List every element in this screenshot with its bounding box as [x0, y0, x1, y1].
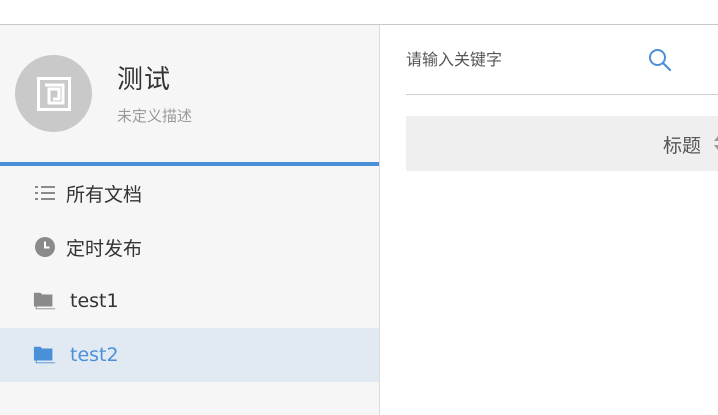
search-icon	[649, 49, 672, 72]
list-icon	[33, 183, 57, 203]
clock-icon	[33, 237, 57, 257]
sort-icon[interactable]	[713, 135, 718, 151]
sidebar-item-scheduled-publish[interactable]: 定时发布	[0, 220, 379, 274]
sidebar-item-all-documents[interactable]: 所有文档	[0, 166, 379, 220]
folder-icon	[33, 345, 57, 365]
search-underline	[406, 94, 718, 95]
folder-icon	[33, 291, 57, 311]
top-bar	[0, 0, 718, 25]
main-panel: 标题	[381, 25, 718, 415]
sidebar-item-test1[interactable]: test1	[0, 274, 379, 328]
search-input[interactable]	[406, 41, 646, 77]
sidebar-item-label: 所有文档	[66, 183, 143, 206]
sidebar: 测试 未定义描述 所有文档 定时发布 test1 test2	[0, 25, 380, 415]
profile-name: 测试	[117, 65, 172, 95]
search-button[interactable]	[646, 46, 674, 74]
profile-card: 测试 未定义描述	[0, 25, 379, 162]
logo-icon	[36, 76, 71, 111]
column-header-title[interactable]: 标题	[663, 131, 701, 158]
avatar[interactable]	[15, 55, 92, 132]
sidebar-item-test2[interactable]: test2	[0, 328, 379, 382]
sidebar-item-label: 定时发布	[66, 237, 143, 260]
sidebar-item-label: test1	[70, 290, 119, 312]
profile-description: 未定义描述	[117, 107, 193, 125]
table-header: 标题	[406, 116, 718, 171]
sidebar-nav: 所有文档 定时发布 test1 test2	[0, 166, 379, 382]
sidebar-item-label: test2	[70, 344, 119, 366]
